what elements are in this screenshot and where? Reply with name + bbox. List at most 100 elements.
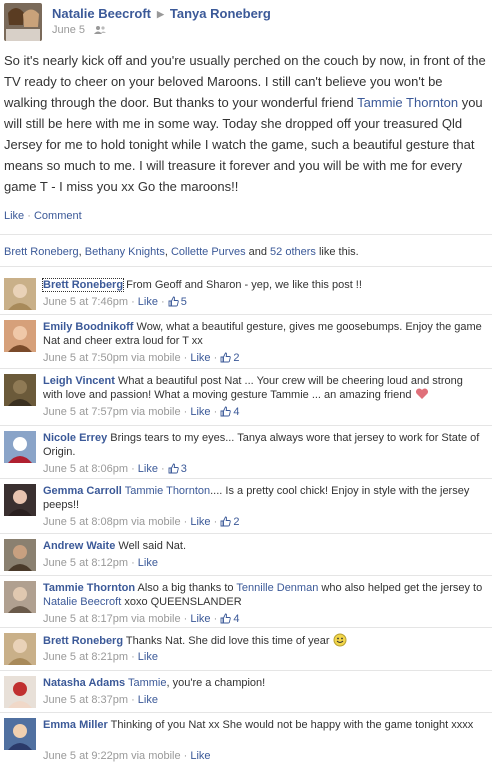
via-mobile: via mobile <box>128 750 181 762</box>
comment-timestamp[interactable]: June 5 at 7:46pm <box>43 296 128 308</box>
comment-like-link[interactable]: Like <box>138 694 158 706</box>
commenter-avatar[interactable] <box>4 633 36 665</box>
comment-meta: June 5 at 8:08pm via mobile · Like · 2 <box>43 516 239 530</box>
comment-author[interactable]: Emily Boodnikoff <box>43 321 133 333</box>
comment-meta: June 5 at 7:46pm · Like · 5 <box>43 296 187 310</box>
like-count-number[interactable]: 3 <box>181 463 187 475</box>
comment-like-link[interactable]: Like <box>190 516 210 528</box>
comment-timestamp[interactable]: June 5 at 9:22pm <box>43 750 128 762</box>
separator: · <box>128 694 138 706</box>
comment-timestamp[interactable]: June 5 at 8:17pm <box>43 613 128 625</box>
commenter-avatar[interactable] <box>4 484 36 516</box>
thumbs-up-icon <box>168 463 179 477</box>
comment-link[interactable]: Comment <box>34 210 82 222</box>
comment-author[interactable]: Andrew Waite <box>43 540 115 552</box>
like-count-number[interactable]: 5 <box>181 296 187 308</box>
comment-meta: June 5 at 7:57pm via mobile · Like · 4 <box>43 406 239 420</box>
commenter-avatar[interactable] <box>4 278 36 310</box>
friends-audience-icon[interactable] <box>94 25 107 35</box>
comment-text: Gemma Carroll Tammie Thornton.... Is a p… <box>43 484 483 512</box>
mention-link[interactable]: Tennille Denman <box>236 582 318 594</box>
comment-body: , you're a champion! <box>166 677 266 689</box>
mention-link[interactable]: Tammie <box>128 677 167 689</box>
comment-like-link[interactable]: Like <box>190 750 210 762</box>
commenter-avatar[interactable] <box>4 718 36 750</box>
post-author-name[interactable]: Natalie Beecroft <box>52 6 151 21</box>
comment-like-count[interactable]: 5 <box>168 296 187 308</box>
comment-divider <box>0 478 492 479</box>
commenter-avatar[interactable] <box>4 374 36 406</box>
mention-link[interactable]: Tammie Thornton <box>125 485 210 497</box>
comment-like-link[interactable]: Like <box>138 296 158 308</box>
mention-link[interactable]: Natalie Beecroft <box>43 596 121 608</box>
comment-like-count[interactable]: 4 <box>220 406 239 418</box>
comment-like-link[interactable]: Like <box>190 406 210 418</box>
like-count-number[interactable]: 2 <box>233 516 239 528</box>
separator: · <box>180 406 191 418</box>
liker-link[interactable]: Bethany Knights <box>85 246 165 258</box>
comment-body: Thinking of you Nat xx She would not be … <box>107 719 474 731</box>
comment-text: Natasha Adams Tammie, you're a champion! <box>43 676 483 690</box>
comment-like-count[interactable]: 3 <box>168 463 187 475</box>
comment-author[interactable]: Brett Roneberg <box>41 278 125 292</box>
comment-timestamp[interactable]: June 5 at 8:12pm <box>43 557 128 569</box>
comment-timestamp[interactable]: June 5 at 8:21pm <box>43 651 128 663</box>
separator: · <box>128 463 138 475</box>
comment-like-link[interactable]: Like <box>138 651 158 663</box>
comment-like-count[interactable]: 4 <box>220 613 239 625</box>
like-link[interactable]: Like <box>4 210 24 222</box>
comment-divider <box>0 314 492 315</box>
comment-divider <box>0 533 492 534</box>
commenter-avatar[interactable] <box>4 539 36 571</box>
comment-timestamp[interactable]: June 5 at 8:37pm <box>43 694 128 706</box>
commenter-avatar[interactable] <box>4 676 36 708</box>
separator: · <box>210 406 221 418</box>
comment-author[interactable]: Natasha Adams <box>43 677 125 689</box>
mention-link[interactable]: Tammie Thornton <box>357 95 458 110</box>
comment-timestamp[interactable]: June 5 at 8:08pm <box>43 516 128 528</box>
separator: · <box>24 210 34 222</box>
comment-author[interactable]: Gemma Carroll <box>43 485 122 497</box>
separator: · <box>180 613 191 625</box>
comment-like-link[interactable]: Like <box>138 463 158 475</box>
comment-author[interactable]: Tammie Thornton <box>43 582 135 594</box>
liker-link[interactable]: Brett Roneberg <box>4 246 79 258</box>
comment-timestamp[interactable]: June 5 at 7:57pm <box>43 406 128 418</box>
comment-body: Thanks Nat. She did love this time of ye… <box>123 635 330 647</box>
thumbs-up-icon <box>220 516 232 530</box>
comment-author[interactable]: Leigh Vincent <box>43 375 115 387</box>
separator: · <box>128 557 138 569</box>
separator: · <box>210 613 221 625</box>
comment-like-link[interactable]: Like <box>190 352 210 364</box>
others-likers-link[interactable]: 52 others <box>270 246 316 258</box>
comment-meta: June 5 at 9:22pm via mobile · Like <box>43 750 211 762</box>
comment-like-count[interactable]: 2 <box>220 352 239 364</box>
comment-divider <box>0 712 492 713</box>
commenter-avatar[interactable] <box>4 431 36 463</box>
comment-timestamp[interactable]: June 5 at 7:50pm <box>43 352 128 364</box>
comment-author[interactable]: Nicole Errey <box>43 432 107 444</box>
via-mobile: via mobile <box>128 613 181 625</box>
comment-like-link[interactable]: Like <box>190 613 210 625</box>
commenter-avatar[interactable] <box>4 581 36 613</box>
comment-text: Nicole Errey Brings tears to my eyes... … <box>43 431 483 459</box>
separator: · <box>180 352 191 364</box>
smiley-icon <box>330 633 347 647</box>
commenter-avatar[interactable] <box>4 320 36 352</box>
post-date[interactable]: June 5 <box>52 24 85 36</box>
comment-like-link[interactable]: Like <box>138 557 158 569</box>
comment-author[interactable]: Brett Roneberg <box>43 635 123 647</box>
like-count-number[interactable]: 4 <box>233 613 239 625</box>
comment-divider <box>0 368 492 369</box>
comment-timestamp[interactable]: June 5 at 8:06pm <box>43 463 128 475</box>
like-count-number[interactable]: 2 <box>233 352 239 364</box>
comment-meta: June 5 at 8:06pm · Like · 3 <box>43 463 187 477</box>
author-avatar[interactable] <box>4 3 42 41</box>
like-count-number[interactable]: 4 <box>233 406 239 418</box>
comment-author[interactable]: Emma Miller <box>43 719 108 731</box>
liker-link[interactable]: Collette Purves <box>171 246 246 258</box>
thumbs-up-icon <box>168 296 179 310</box>
comment-body: Brings tears to my eyes... Tanya always … <box>43 432 480 458</box>
comment-like-count[interactable]: 2 <box>220 516 239 528</box>
post-recipient-name[interactable]: Tanya Roneberg <box>170 6 271 21</box>
